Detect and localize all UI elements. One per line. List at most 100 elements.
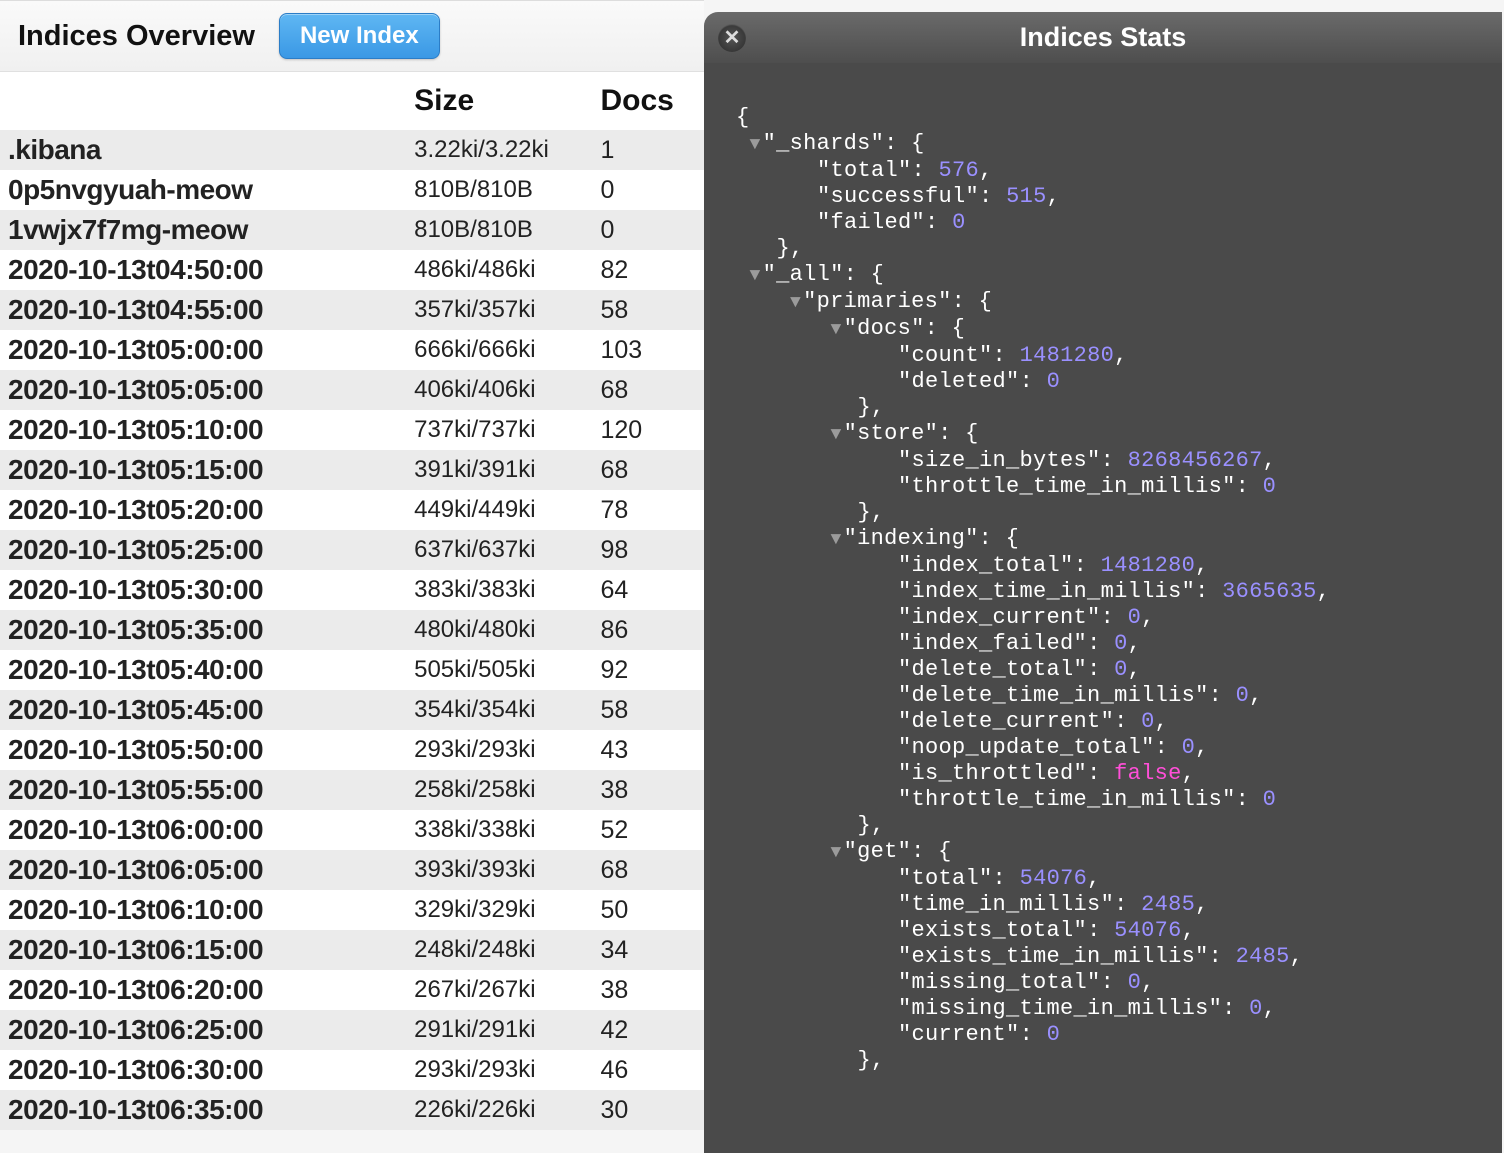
index-name[interactable]: 0p5nvgyuah-meow (0, 170, 414, 210)
stats-json-body[interactable]: { ▼"_shards": { "total": 576, "successfu… (704, 63, 1502, 1153)
index-name[interactable]: 2020-10-13t05:40:00 (0, 650, 414, 690)
chevron-down-icon[interactable]: ▼ (831, 317, 842, 343)
index-name[interactable]: 2020-10-13t05:50:00 (0, 730, 414, 770)
table-row[interactable]: 2020-10-13t05:45:00354ki/354ki58 (0, 690, 704, 730)
index-name[interactable]: 2020-10-13t05:05:00 (0, 370, 414, 410)
table-row[interactable]: 2020-10-13t05:35:00480ki/480ki86 (0, 610, 704, 650)
index-name[interactable]: 2020-10-13t05:20:00 (0, 490, 414, 530)
index-size: 354ki/354ki (414, 690, 600, 730)
table-row[interactable]: 2020-10-13t06:15:00248ki/248ki34 (0, 930, 704, 970)
table-row[interactable]: 2020-10-13t05:25:00637ki/637ki98 (0, 530, 704, 570)
chevron-down-icon[interactable]: ▼ (831, 422, 842, 448)
index-docs: 82 (600, 250, 704, 290)
index-name[interactable]: 2020-10-13t06:30:00 (0, 1050, 414, 1090)
json-line: "count": 1481280, (736, 343, 1502, 369)
table-row[interactable]: 2020-10-13t06:35:00226ki/226ki30 (0, 1090, 704, 1130)
index-name[interactable]: 2020-10-13t05:45:00 (0, 690, 414, 730)
index-size: 637ki/637ki (414, 530, 600, 570)
index-name[interactable]: 2020-10-13t06:00:00 (0, 810, 414, 850)
index-name[interactable]: 2020-10-13t05:00:00 (0, 330, 414, 370)
table-row[interactable]: 2020-10-13t05:20:00449ki/449ki78 (0, 490, 704, 530)
new-index-button[interactable]: New Index (279, 13, 440, 59)
json-line: "index_failed": 0, (736, 631, 1502, 657)
table-row[interactable]: 2020-10-13t06:20:00267ki/267ki38 (0, 970, 704, 1010)
index-name[interactable]: 2020-10-13t04:50:00 (0, 250, 414, 290)
chevron-down-icon[interactable]: ▼ (831, 527, 842, 553)
table-row[interactable]: 2020-10-13t05:40:00505ki/505ki92 (0, 650, 704, 690)
index-name[interactable]: 1vwjx7f7mg-meow (0, 210, 414, 250)
table-row[interactable]: 2020-10-13t05:55:00258ki/258ki38 (0, 770, 704, 810)
table-row[interactable]: 2020-10-13t05:50:00293ki/293ki43 (0, 730, 704, 770)
index-docs: 43 (600, 730, 704, 770)
index-docs: 0 (600, 210, 704, 250)
overview-title: Indices Overview (18, 20, 255, 53)
index-docs: 34 (600, 930, 704, 970)
json-line: "total": 54076, (736, 866, 1502, 892)
json-line: "index_current": 0, (736, 605, 1502, 631)
index-size: 810B/810B (414, 210, 600, 250)
index-name[interactable]: 2020-10-13t06:05:00 (0, 850, 414, 890)
col-docs[interactable]: Docs (600, 72, 704, 130)
chevron-down-icon[interactable]: ▼ (790, 290, 801, 316)
json-line: "deleted": 0 (736, 369, 1502, 395)
index-name[interactable]: 2020-10-13t06:20:00 (0, 970, 414, 1010)
index-size: 449ki/449ki (414, 490, 600, 530)
index-docs: 103 (600, 330, 704, 370)
index-name[interactable]: 2020-10-13t05:15:00 (0, 450, 414, 490)
table-row[interactable]: 2020-10-13t05:15:00391ki/391ki68 (0, 450, 704, 490)
index-name[interactable]: 2020-10-13t05:55:00 (0, 770, 414, 810)
json-line: }, (736, 813, 1502, 839)
table-row[interactable]: 2020-10-13t06:25:00291ki/291ki42 (0, 1010, 704, 1050)
index-size: 226ki/226ki (414, 1090, 600, 1130)
chevron-down-icon[interactable]: ▼ (750, 263, 761, 289)
json-line: ▼"_all": { (736, 262, 1502, 289)
table-row[interactable]: 0p5nvgyuah-meow810B/810B0 (0, 170, 704, 210)
index-name[interactable]: 2020-10-13t06:15:00 (0, 930, 414, 970)
index-name[interactable]: 2020-10-13t06:35:00 (0, 1090, 414, 1130)
chevron-down-icon[interactable]: ▼ (750, 132, 761, 158)
index-docs: 58 (600, 290, 704, 330)
index-name[interactable]: 2020-10-13t06:25:00 (0, 1010, 414, 1050)
table-row[interactable]: 2020-10-13t04:50:00486ki/486ki82 (0, 250, 704, 290)
index-name[interactable]: 2020-10-13t05:35:00 (0, 610, 414, 650)
index-size: 505ki/505ki (414, 650, 600, 690)
overview-header: Indices Overview New Index (0, 1, 704, 72)
index-name[interactable]: .kibana (0, 130, 414, 170)
table-row[interactable]: 2020-10-13t06:30:00293ki/293ki46 (0, 1050, 704, 1090)
index-size: 291ki/291ki (414, 1010, 600, 1050)
index-size: 391ki/391ki (414, 450, 600, 490)
table-row[interactable]: 2020-10-13t05:00:00666ki/666ki103 (0, 330, 704, 370)
table-row[interactable]: .kibana3.22ki/3.22ki1 (0, 130, 704, 170)
index-size: 258ki/258ki (414, 770, 600, 810)
index-name[interactable]: 2020-10-13t05:25:00 (0, 530, 414, 570)
index-name[interactable]: 2020-10-13t05:10:00 (0, 410, 414, 450)
indices-overview-panel: Indices Overview New Index Size Docs .ki… (0, 0, 704, 1130)
table-row[interactable]: 2020-10-13t05:30:00383ki/383ki64 (0, 570, 704, 610)
indices-table: Size Docs .kibana3.22ki/3.22ki10p5nvgyua… (0, 72, 704, 1130)
index-docs: 38 (600, 970, 704, 1010)
json-line: ▼"store": { (736, 421, 1502, 448)
col-size[interactable]: Size (414, 72, 600, 130)
index-docs: 92 (600, 650, 704, 690)
table-row[interactable]: 2020-10-13t05:05:00406ki/406ki68 (0, 370, 704, 410)
index-name[interactable]: 2020-10-13t04:55:00 (0, 290, 414, 330)
stats-titlebar: ✕ Indices Stats (704, 12, 1502, 63)
table-row[interactable]: 2020-10-13t05:10:00737ki/737ki120 (0, 410, 704, 450)
table-row[interactable]: 2020-10-13t06:10:00329ki/329ki50 (0, 890, 704, 930)
indices-stats-panel: ✕ Indices Stats { ▼"_shards": { "total":… (704, 12, 1502, 1153)
table-row[interactable]: 2020-10-13t04:55:00357ki/357ki58 (0, 290, 704, 330)
index-docs: 46 (600, 1050, 704, 1090)
index-name[interactable]: 2020-10-13t06:10:00 (0, 890, 414, 930)
index-name[interactable]: 2020-10-13t05:30:00 (0, 570, 414, 610)
col-name[interactable] (0, 72, 414, 130)
json-line: "delete_total": 0, (736, 657, 1502, 683)
chevron-down-icon[interactable]: ▼ (831, 840, 842, 866)
close-icon[interactable]: ✕ (718, 24, 746, 52)
table-row[interactable]: 2020-10-13t06:05:00393ki/393ki68 (0, 850, 704, 890)
json-line: ▼"get": { (736, 839, 1502, 866)
table-row[interactable]: 1vwjx7f7mg-meow810B/810B0 (0, 210, 704, 250)
json-line: }, (736, 395, 1502, 421)
index-size: 480ki/480ki (414, 610, 600, 650)
table-row[interactable]: 2020-10-13t06:00:00338ki/338ki52 (0, 810, 704, 850)
json-line: "delete_time_in_millis": 0, (736, 683, 1502, 709)
